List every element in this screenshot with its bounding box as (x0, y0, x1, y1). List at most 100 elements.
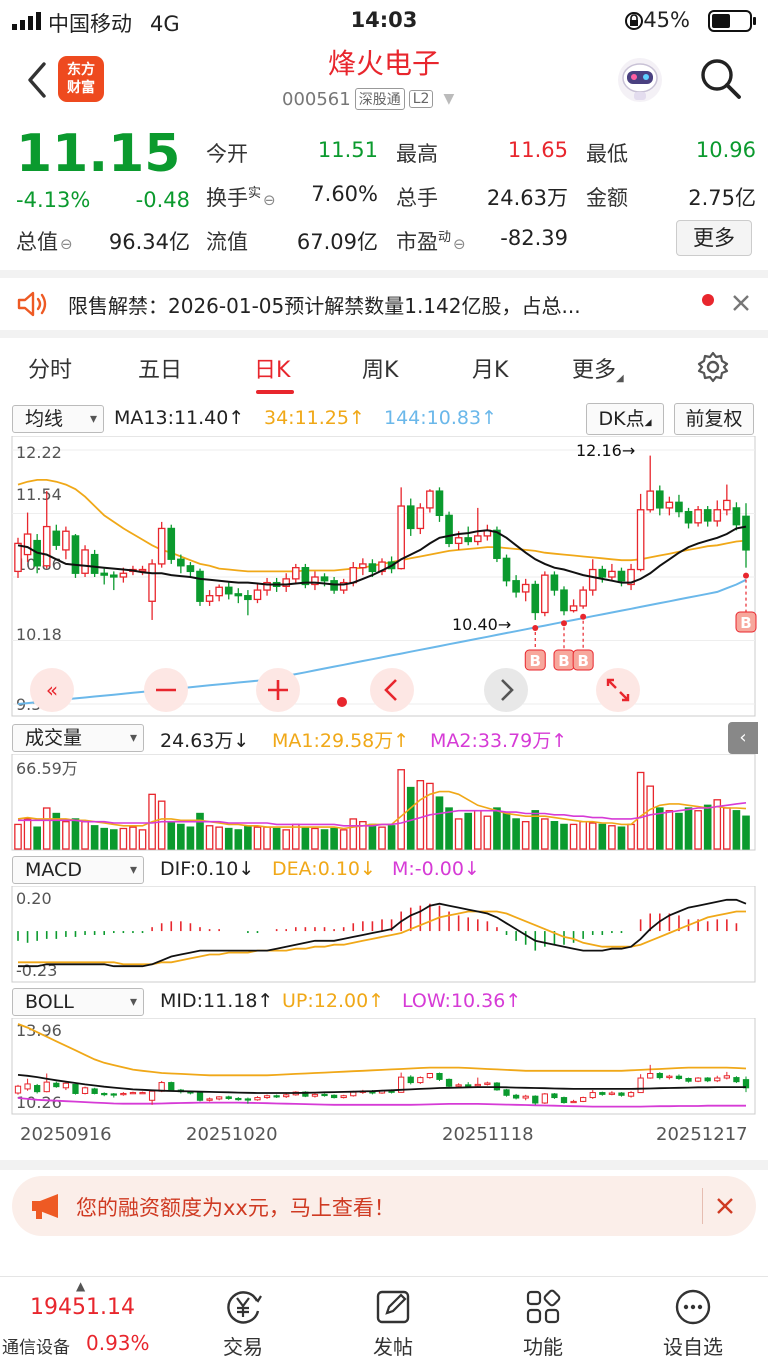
candlestick (435, 490, 444, 517)
tab-monthly-k[interactable]: 月K (472, 352, 508, 384)
ma13-line (17, 525, 747, 586)
volume-bar (684, 807, 693, 850)
functions-button[interactable]: 功能 (468, 1277, 618, 1366)
boll-candlestick (91, 1088, 98, 1094)
quote-panel: 11.15 -4.13% -0.48 今开 11.51 最高 11.65 最低 … (0, 122, 768, 270)
more-button[interactable]: 更多 (676, 220, 752, 256)
volume-bar (493, 807, 501, 850)
volume-select[interactable]: 成交量 (12, 724, 144, 752)
notice-bar[interactable]: 限售解禁：2026-01-05预计解禁数量1.142亿股，占总... (0, 278, 768, 330)
low-marker: 10.40→ (452, 615, 511, 634)
ma144-value: 144:10.83↑ (384, 407, 497, 429)
boll-chart[interactable]: 13.96 10.26 (0, 1018, 768, 1116)
boll-candlestick (311, 1093, 319, 1097)
boll-candlestick (417, 1077, 424, 1084)
volume-bar (723, 807, 731, 850)
volume-bar (541, 818, 549, 850)
candlestick (177, 558, 185, 567)
low-value: 10.96 (695, 138, 756, 162)
tab-five-day[interactable]: 五日 (138, 352, 182, 384)
index-ticker[interactable]: ▲ 19451.14 通信设备 0.93% (0, 1277, 170, 1366)
boll-mid-line (17, 1074, 746, 1094)
candlestick (81, 549, 89, 574)
dk-point-button[interactable]: DK点◢ (586, 403, 664, 435)
total-cap-label[interactable]: 总值 ⊖ (16, 226, 73, 256)
boll-candlestick (484, 1082, 491, 1085)
volume-bar (646, 785, 655, 850)
step-right-button[interactable] (484, 668, 528, 712)
date-label-3: 20251118 (442, 1124, 534, 1145)
tab-daily-k[interactable]: 日K (254, 352, 290, 384)
float-cap-label: 流值 (206, 230, 248, 254)
volume-max-label: 66.59万 (16, 759, 78, 778)
boll-candlestick (273, 1095, 280, 1098)
candlestick (675, 501, 683, 513)
boll-candlestick (72, 1083, 79, 1094)
boll-candlestick (321, 1093, 328, 1097)
tab-intraday[interactable]: 分时 (28, 352, 72, 384)
candlestick (636, 509, 645, 571)
macd-select[interactable]: MACD (12, 856, 144, 884)
tab-more[interactable]: 更多◢ (572, 352, 624, 384)
volume-bar (81, 821, 89, 850)
candlestick (521, 583, 530, 593)
volume-bar (627, 823, 635, 850)
stock-code-row[interactable]: 000561 深股通 L2 ▼ (282, 88, 454, 110)
boll-candlestick (101, 1092, 108, 1096)
volume-bar (675, 812, 683, 850)
collapse-panel-button[interactable]: ‹ (728, 722, 758, 754)
boll-candlestick (283, 1094, 290, 1098)
fullscreen-button[interactable] (596, 668, 640, 712)
speaker-icon (17, 291, 47, 317)
candlestick (512, 580, 520, 593)
post-button[interactable]: 发帖 (318, 1277, 468, 1366)
macd-indicator-row: MACD DIF:0.10↓ DEA:0.10↓ M:-0.00↓ (0, 854, 768, 886)
pe-label[interactable]: 市盈动 ⊖ (396, 226, 466, 256)
candlestick (617, 570, 626, 582)
tab-weekly-k[interactable]: 周K (362, 352, 398, 384)
volume-bar (694, 810, 702, 850)
margin-promo-banner[interactable]: 您的融资额度为xx元，马上查看！ (12, 1176, 756, 1236)
volume-chart[interactable]: 66.59万 (0, 754, 768, 852)
candlestick (655, 490, 664, 509)
turnover-label[interactable]: 换手实 ⊖ (206, 182, 276, 212)
ma34-value: 34:11.25↑ (264, 407, 365, 429)
level2-tag: L2 (408, 90, 434, 108)
boll-candlestick (618, 1092, 625, 1096)
volume-bar (71, 818, 80, 850)
volume-bar (665, 810, 674, 850)
boll-candlestick (666, 1075, 673, 1079)
ma13-value: MA13:11.40↑ (114, 407, 245, 429)
candlestick (541, 574, 549, 614)
ma-select[interactable]: 均线 (12, 405, 104, 433)
candlestick (138, 568, 147, 572)
step-left-button[interactable] (370, 668, 414, 712)
settings-gear-icon[interactable] (696, 350, 730, 384)
add-watchlist-button[interactable]: 设自选 (618, 1277, 768, 1366)
volume-bar (282, 829, 291, 850)
kline-chart[interactable]: 12.22 11.54 10.86 10.18 9.50 BBBB 12.16→… (0, 436, 768, 718)
candlestick (90, 553, 99, 574)
search-icon[interactable] (698, 56, 744, 102)
amount-value: 2.75亿 (688, 186, 756, 210)
divider (0, 1160, 768, 1170)
candlestick (464, 537, 473, 543)
boll-candlestick (81, 1087, 89, 1094)
trade-button[interactable]: 交易 (168, 1277, 318, 1366)
volume-indicator-row: 成交量 24.63万↓ MA1:29.58万↑ MA2:33.79万↑ ‹ (0, 722, 768, 754)
chevron-down-icon: ▼ (443, 91, 455, 107)
volume-bar (129, 826, 137, 850)
robot-assistant-icon[interactable] (614, 54, 666, 106)
boll-candlestick (53, 1082, 60, 1088)
close-icon[interactable] (732, 294, 750, 312)
connect-tag: 深股通 (354, 88, 405, 110)
orientation-lock-icon (625, 12, 643, 30)
close-icon[interactable] (716, 1197, 734, 1215)
adjust-button[interactable]: 前复权 (674, 403, 754, 435)
boll-candlestick (608, 1092, 616, 1095)
boll-select[interactable]: BOLL (12, 988, 144, 1016)
macd-m: M:-0.00↓ (392, 858, 480, 880)
macd-dea: DEA:0.10↓ (272, 858, 376, 880)
macd-chart[interactable]: 0.20 -0.23 (0, 886, 768, 984)
volume-bar (14, 823, 22, 850)
